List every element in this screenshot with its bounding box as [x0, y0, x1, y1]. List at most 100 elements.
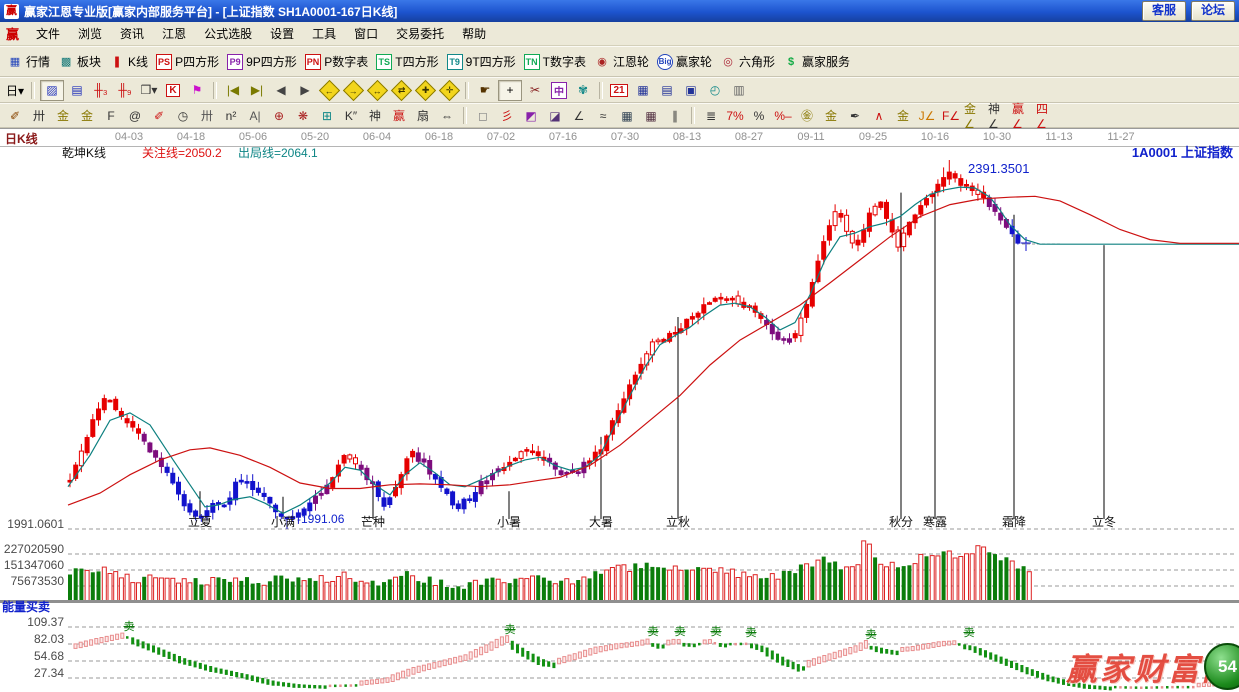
kline-style-icon[interactable]: K: [162, 81, 184, 100]
percent-icon[interactable]: %: [748, 106, 770, 125]
quotes-button[interactable]: ▦行情: [7, 53, 50, 70]
t-square-button[interactable]: TST四方形: [376, 53, 438, 70]
web-sync-icon[interactable]: ◴: [704, 81, 726, 100]
zoom-horizontal-icon[interactable]: ↔: [366, 81, 388, 100]
bars-3-icon[interactable]: ╫₃: [90, 81, 112, 100]
t-number-button[interactable]: TNT数字表: [524, 53, 586, 70]
gold-underline-icon[interactable]: 金: [892, 106, 914, 125]
menu-item-0[interactable]: 文件: [27, 27, 69, 41]
expand-all-icon[interactable]: ✚: [414, 81, 436, 100]
spiral-icon[interactable]: @: [124, 106, 146, 125]
menu-item-9[interactable]: 帮助: [453, 27, 495, 41]
dense-grid-icon[interactable]: ▦: [616, 106, 638, 125]
bars-9-icon[interactable]: ╫₉: [114, 81, 136, 100]
zoom-right-icon[interactable]: →: [342, 81, 364, 100]
wave-lines-icon[interactable]: ≈: [592, 106, 614, 125]
kline-button[interactable]: ❚K线: [109, 53, 148, 70]
notepad-icon[interactable]: ▤: [656, 81, 678, 100]
dense-grid2-icon[interactable]: ▦: [640, 106, 662, 125]
f-angle-icon[interactable]: F∠: [940, 106, 962, 125]
calculator-icon[interactable]: ▦: [632, 81, 654, 100]
prev-bar-icon[interactable]: ◀: [270, 81, 292, 100]
next-bar-icon[interactable]: ▶: [294, 81, 316, 100]
box-tool-icon[interactable]: ◻: [472, 106, 494, 125]
wave-tool-icon[interactable]: ✾: [572, 81, 594, 100]
shen-grid-icon[interactable]: 神: [364, 106, 386, 125]
web-grid-icon[interactable]: ⊞: [316, 106, 338, 125]
zoom-left-icon[interactable]: ←: [318, 81, 340, 100]
marker-pen-icon[interactable]: ✐: [148, 106, 170, 125]
web-red-icon[interactable]: ❋: [292, 106, 314, 125]
candle-period-icon[interactable]: 日▾: [4, 81, 26, 100]
menu-item-1[interactable]: 浏览: [69, 27, 111, 41]
first-bar-icon[interactable]: |◀: [222, 81, 244, 100]
j-angle-icon[interactable]: J∠: [916, 106, 938, 125]
rays-box-icon[interactable]: ◩: [520, 106, 542, 125]
menu-item-6[interactable]: 工具: [303, 27, 345, 41]
time-cycle-icon[interactable]: ◷: [172, 106, 194, 125]
zigzag-pattern-icon[interactable]: ▨: [40, 80, 64, 101]
rays-box2-icon[interactable]: ◪: [544, 106, 566, 125]
last-bar-icon[interactable]: ▶|: [246, 81, 268, 100]
measure-icon[interactable]: ✂: [524, 81, 546, 100]
menu-item-4[interactable]: 公式选股: [195, 27, 261, 41]
winner-service-button[interactable]: $赢家服务: [783, 53, 850, 70]
menu-item-2[interactable]: 资讯: [111, 27, 153, 41]
chart-canvas[interactable]: [0, 147, 1239, 692]
compress-icon[interactable]: ⇄: [390, 81, 412, 100]
ying-red-icon[interactable]: 赢: [388, 106, 410, 125]
percent-lines-icon[interactable]: %–: [772, 106, 794, 125]
report-doc-icon[interactable]: ▤: [66, 81, 88, 100]
gold-circle-icon[interactable]: ㊎: [796, 106, 818, 125]
p-number-button[interactable]: PNP数字表: [305, 53, 369, 70]
chart-area[interactable]: [0, 147, 1239, 692]
calendar-icon[interactable]: 21: [608, 81, 630, 100]
hexagon-button[interactable]: ◎六角形: [720, 53, 775, 70]
gold-grid-icon[interactable]: 金: [52, 106, 74, 125]
customer-service-button[interactable]: 客服: [1142, 1, 1186, 21]
wave-channel-icon[interactable]: ∧: [868, 106, 890, 125]
sectors-button[interactable]: ▩板块: [58, 53, 101, 70]
p9-square-button[interactable]: P99P四方形: [227, 53, 297, 70]
save-icon[interactable]: ▣: [680, 81, 702, 100]
winner-wheel-button[interactable]: Big赢家轮: [657, 53, 712, 70]
flag-pen-icon[interactable]: ✒: [844, 106, 866, 125]
sectors-button-label: 板块: [77, 53, 101, 70]
grid-plain-icon[interactable]: 卅: [196, 106, 218, 125]
ying-angle-icon[interactable]: 赢∠: [1012, 106, 1034, 125]
menu-item-3[interactable]: 江恩: [153, 27, 195, 41]
t9-square-button[interactable]: T99T四方形: [447, 53, 516, 70]
n-square-icon[interactable]: n²: [220, 106, 242, 125]
shen-angle-icon[interactable]: 神∠: [988, 106, 1010, 125]
menu-item-5[interactable]: 设置: [261, 27, 303, 41]
export-icon[interactable]: ▥: [728, 81, 750, 100]
circle-target-icon[interactable]: ⊕: [268, 106, 290, 125]
k-mark-icon[interactable]: K″: [340, 106, 362, 125]
gann-box-icon[interactable]: 中: [548, 81, 570, 100]
fit-all-icon[interactable]: ✛: [438, 81, 460, 100]
gold-angle-icon[interactable]: 金∠: [964, 106, 986, 125]
parallel-lines-icon[interactable]: ∥: [664, 106, 686, 125]
angle-lines-icon[interactable]: ∠: [568, 106, 590, 125]
pan-hand-icon[interactable]: ☛: [474, 81, 496, 100]
rays-fan-icon[interactable]: 彡: [496, 106, 518, 125]
hollow-candle-icon[interactable]: ❒▾: [138, 81, 160, 100]
grid-lines-icon[interactable]: 卅: [28, 106, 50, 125]
trend-pen-icon[interactable]: ✐: [4, 106, 26, 125]
scale-bars-icon[interactable]: ≣: [700, 106, 722, 125]
span-arrows-icon[interactable]: ⇔: [436, 106, 458, 125]
si-angle-icon[interactable]: 四∠: [1036, 106, 1058, 125]
p-square-button[interactable]: PSP四方形: [156, 53, 219, 70]
indicator-flag-icon[interactable]: ⚑: [186, 81, 208, 100]
gold-line-icon[interactable]: 金: [820, 106, 842, 125]
gann-wheel-button[interactable]: ◉江恩轮: [594, 53, 649, 70]
crosshair-icon[interactable]: +: [498, 80, 522, 101]
gold-grid2-icon[interactable]: 金: [76, 106, 98, 125]
forum-button[interactable]: 论坛: [1191, 1, 1235, 21]
fan-grid-icon[interactable]: 扇: [412, 106, 434, 125]
fib-grid-icon[interactable]: F: [100, 106, 122, 125]
andrews-icon[interactable]: A|: [244, 106, 266, 125]
pct7-icon[interactable]: 7%: [724, 106, 746, 125]
menu-item-8[interactable]: 交易委托: [387, 27, 453, 41]
menu-item-7[interactable]: 窗口: [345, 27, 387, 41]
